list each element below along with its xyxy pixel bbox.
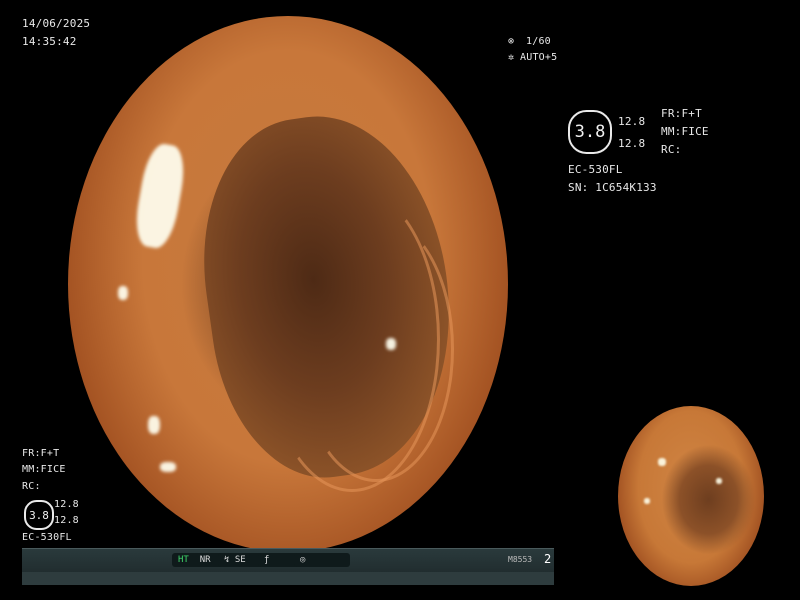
ht-label: HT — [178, 555, 189, 565]
light-reflection — [131, 141, 189, 251]
value-bottom: 12.8 — [54, 515, 79, 526]
light-reflection — [386, 338, 396, 350]
haustral-fold — [298, 216, 454, 482]
magnification-badge: 3.8 — [24, 500, 54, 530]
frame-count: 2 — [544, 552, 552, 566]
camera-icon: ◎ — [300, 555, 306, 565]
magnification-badge: 3.8 — [568, 110, 612, 154]
light-reflection — [118, 286, 128, 300]
light-reflection — [148, 416, 160, 434]
nr-label: NR — [199, 555, 211, 565]
pip-endoscope-view — [618, 406, 764, 586]
magnification-value: 3.8 — [29, 508, 49, 522]
value-top: 12.8 — [618, 115, 646, 128]
light-reflection — [658, 458, 666, 466]
date-readout: 14/06/2025 — [22, 17, 91, 30]
mode-setting: MM:FICE — [661, 125, 709, 138]
mode-setting: MM:FICE — [22, 464, 66, 475]
time-readout: 14:35:42 — [22, 35, 77, 48]
rc-setting: RC: — [22, 481, 41, 492]
camera-indicator: ◎ — [294, 553, 350, 567]
auto-readout: AUTO+5 — [520, 52, 558, 63]
se-icon: ↯ — [224, 555, 230, 565]
light-reflection — [716, 478, 722, 484]
scope-model: EC-530FL — [568, 163, 623, 176]
shutter-readout: 1/60 — [526, 36, 551, 47]
status-bar: HT NR ↯ SE ƒ ◎ M8553 2 — [22, 548, 554, 585]
light-reflection — [644, 498, 650, 504]
serial-number: SN: 1C654K133 — [568, 181, 657, 194]
main-endoscope-view — [68, 16, 508, 552]
scope-model: EC-530FL — [22, 532, 72, 543]
magnification-value: 3.8 — [574, 122, 606, 142]
rc-setting: RC: — [661, 143, 682, 156]
frame-setting: FR:F+T — [661, 107, 702, 120]
se-label: SE — [234, 555, 246, 565]
device-code: M8553 — [508, 555, 533, 564]
iris-icon: ✲ — [508, 52, 515, 63]
pen-icon: ƒ — [264, 555, 270, 565]
frame-setting: FR:F+T — [22, 448, 60, 459]
value-top: 12.8 — [54, 499, 79, 510]
value-bottom: 12.8 — [618, 137, 646, 150]
shutter-icon: ⊗ — [508, 36, 515, 47]
light-reflection — [160, 462, 176, 472]
status-bar-bottom-strip — [22, 572, 554, 585]
